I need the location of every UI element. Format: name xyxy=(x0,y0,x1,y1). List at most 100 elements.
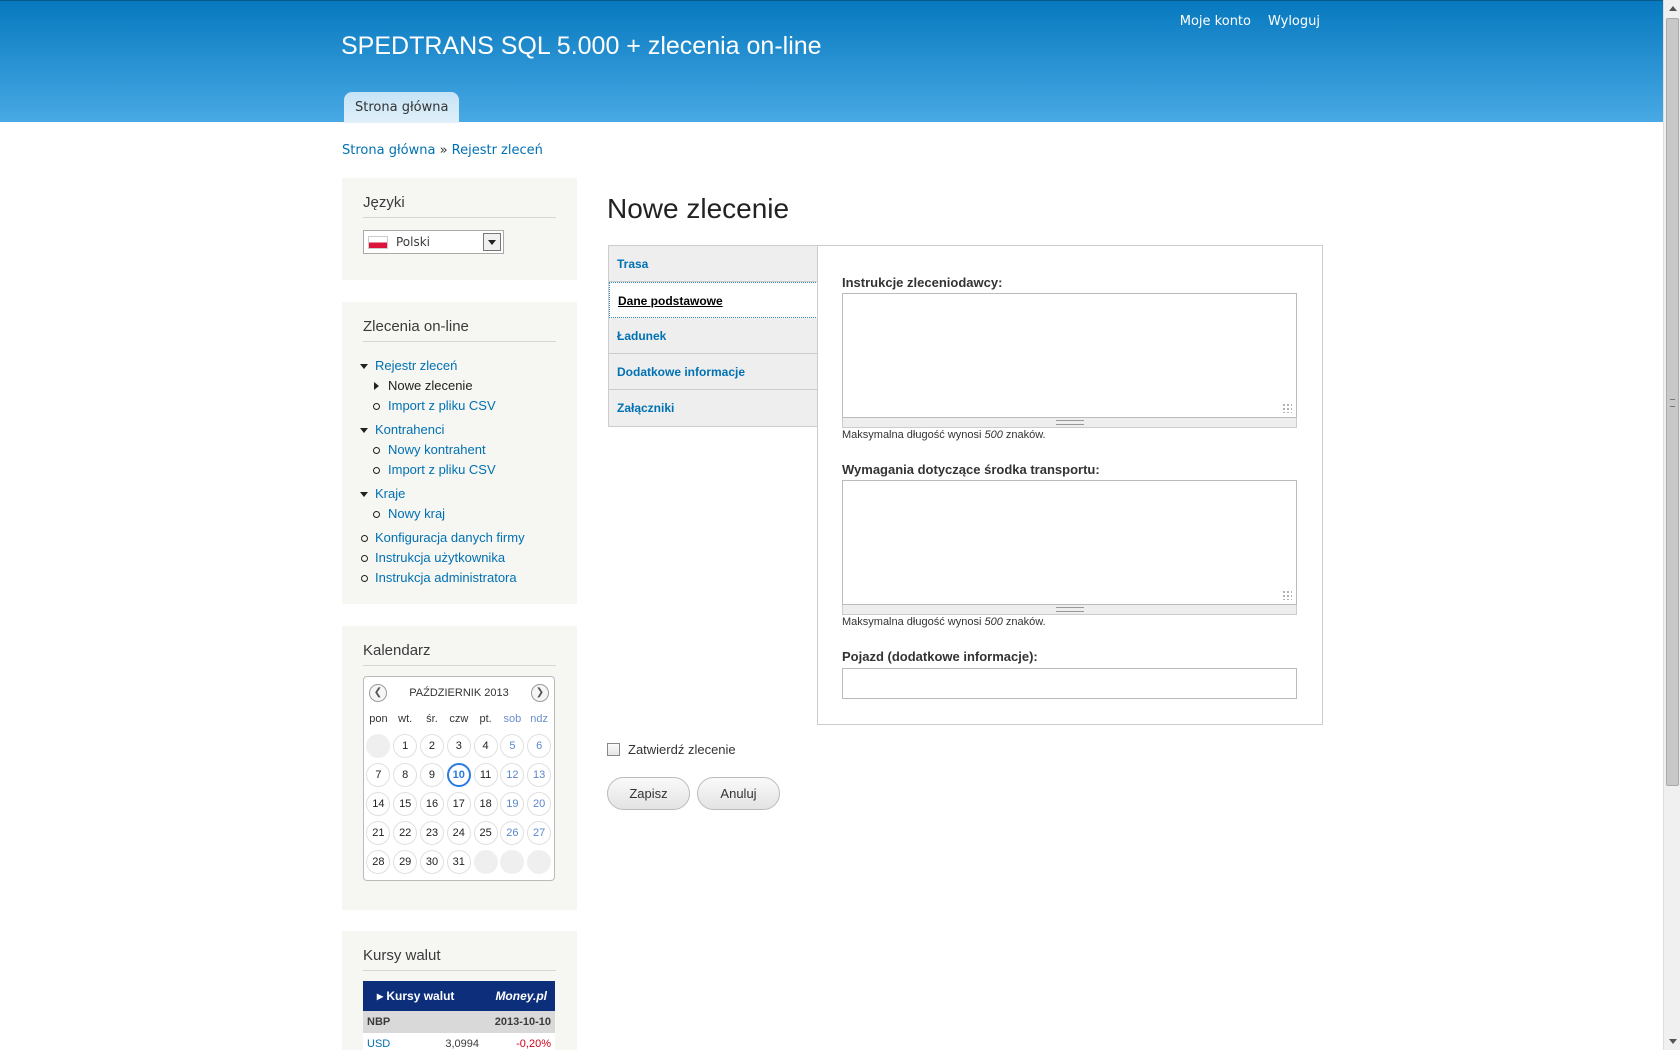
calendar-day[interactable]: 12 xyxy=(500,763,525,787)
calendar-day[interactable]: 18 xyxy=(473,792,498,816)
calendar-day[interactable]: 9 xyxy=(419,763,444,787)
menu-item-label[interactable]: Instrukcja administratora xyxy=(375,570,517,585)
breadcrumb-home[interactable]: Strona główna xyxy=(342,143,435,158)
menu-item-label[interactable]: Instrukcja użytkownika xyxy=(375,550,505,565)
dropdown-arrow-icon[interactable] xyxy=(483,233,501,251)
menu-item-company-config[interactable]: Konfiguracja danych firmy xyxy=(361,528,556,548)
calendar-day[interactable]: 19 xyxy=(500,792,525,816)
main-menu-tab-home[interactable]: Strona główna xyxy=(344,92,460,123)
menu-item-countries[interactable]: Kraje xyxy=(360,484,556,504)
currency-block-title: Kursy walut xyxy=(363,931,556,971)
transport-requirements-textarea[interactable] xyxy=(842,480,1297,605)
bullet-icon xyxy=(373,511,380,518)
menu-item-contractors[interactable]: Kontrahenci xyxy=(360,420,556,440)
menu-item-new-order[interactable]: Nowe zlecenie xyxy=(363,376,556,396)
language-select[interactable]: Polski xyxy=(363,230,504,254)
secondary-menu: Moje konto Wyloguj xyxy=(1180,14,1320,29)
calendar-day[interactable]: 16 xyxy=(419,792,444,816)
calendar-day[interactable]: 17 xyxy=(446,792,471,816)
calendar-days: 1 2 3 4 5 6 7 8 9 10 11 12 13 14 15 16 17 18 19 20 21 22 23 24 2… xyxy=(364,731,554,876)
calendar-today[interactable]: 10 xyxy=(446,763,471,787)
tab-attachments[interactable]: Załączniki xyxy=(609,390,818,426)
scrollbar-thumb[interactable] xyxy=(1666,18,1679,786)
menu-item-admin-manual[interactable]: Instrukcja administratora xyxy=(361,568,556,588)
menu-item-label[interactable]: Nowy kraj xyxy=(388,506,445,521)
my-account-link[interactable]: Moje konto xyxy=(1180,14,1251,29)
menu-item-label[interactable]: Nowe zlecenie xyxy=(388,378,473,393)
currency-widget: ▸ Kursy walut Money.pl NBP 2013-10-10 US… xyxy=(363,981,555,1055)
menu-item-import-orders-csv[interactable]: Import z pliku CSV xyxy=(363,396,556,416)
save-button[interactable]: Zapisz xyxy=(607,777,690,810)
confirm-order-row[interactable]: Zatwierdź zlecenie xyxy=(607,742,736,757)
calendar-day[interactable]: 15 xyxy=(393,792,418,816)
menu-item-label[interactable]: Nowy kontrahent xyxy=(388,442,486,457)
confirm-order-checkbox[interactable] xyxy=(607,743,620,756)
calendar-day[interactable]: 11 xyxy=(473,763,498,787)
scroll-down-arrow-icon[interactable] xyxy=(1664,1033,1680,1050)
calendar-day[interactable]: 5 xyxy=(500,734,525,758)
vertical-scrollbar[interactable] xyxy=(1663,0,1680,1050)
calendar-day[interactable]: 26 xyxy=(500,821,525,845)
calendar-day[interactable]: 24 xyxy=(446,821,471,845)
next-month-icon[interactable]: ❯ xyxy=(531,684,549,702)
calendar-day[interactable]: 21 xyxy=(366,821,391,845)
calendar-day[interactable]: 30 xyxy=(419,850,444,874)
menu-item-user-manual[interactable]: Instrukcja użytkownika xyxy=(361,548,556,568)
calendar-day[interactable]: 8 xyxy=(393,763,418,787)
site-header: SPEDTRANS SQL 5.000 + zlecenia on-line M… xyxy=(0,0,1663,123)
calendar-day[interactable]: 23 xyxy=(419,821,444,845)
calendar-weekday: sob xyxy=(503,713,522,725)
menu-item-label[interactable]: Kontrahenci xyxy=(375,422,444,437)
logout-link[interactable]: Wyloguj xyxy=(1268,14,1320,29)
calendar-day[interactable]: 29 xyxy=(393,850,418,874)
confirm-order-label[interactable]: Zatwierdź zlecenie xyxy=(628,742,736,757)
calendar-day[interactable]: 27 xyxy=(527,821,552,845)
tab-basic-data[interactable]: Dane podstawowe xyxy=(609,282,820,318)
calendar-day[interactable]: 7 xyxy=(366,763,391,787)
desc-suffix: znaków. xyxy=(1002,429,1046,441)
calendar-weekday: wt. xyxy=(398,713,413,725)
menu-item-label[interactable]: Import z pliku CSV xyxy=(388,462,496,477)
currency-block: Kursy walut ▸ Kursy walut Money.pl NBP 2… xyxy=(342,931,577,1055)
breadcrumb-orders-register[interactable]: Rejestr zleceń xyxy=(452,143,543,158)
bullet-icon xyxy=(361,555,368,562)
menu-item-new-contractor[interactable]: Nowy kontrahent xyxy=(363,440,556,460)
scroll-up-arrow-icon[interactable] xyxy=(1664,0,1680,17)
calendar-day[interactable]: 22 xyxy=(393,821,418,845)
calendar-day[interactable]: 3 xyxy=(446,734,471,758)
tab-route[interactable]: Trasa xyxy=(609,246,818,282)
menu-item-orders-register[interactable]: Rejestr zleceń xyxy=(360,356,556,376)
calendar-day[interactable]: 25 xyxy=(473,821,498,845)
vehicle-input[interactable] xyxy=(842,668,1297,699)
textarea-grippie[interactable] xyxy=(842,605,1297,615)
prev-month-icon[interactable]: ❮ xyxy=(369,684,387,702)
cancel-button[interactable]: Anuluj xyxy=(697,777,780,810)
tab-cargo[interactable]: Ładunek xyxy=(609,318,818,354)
tab-additional-info[interactable]: Dodatkowe informacje xyxy=(609,354,818,390)
currency-widget-header[interactable]: ▸ Kursy walut Money.pl xyxy=(363,981,555,1011)
menu-item-label[interactable]: Import z pliku CSV xyxy=(388,398,496,413)
menu-item-import-contractors-csv[interactable]: Import z pliku CSV xyxy=(363,460,556,480)
menu-item-new-country[interactable]: Nowy kraj xyxy=(363,504,556,524)
calendar-day[interactable]: 4 xyxy=(473,734,498,758)
site-name[interactable]: SPEDTRANS SQL 5.000 + zlecenia on-line xyxy=(341,32,822,61)
resize-handle-icon[interactable] xyxy=(1282,590,1292,600)
textarea-grippie[interactable] xyxy=(842,418,1297,428)
calendar-day[interactable]: 2 xyxy=(419,734,444,758)
calendar-day[interactable]: 28 xyxy=(366,850,391,874)
instructions-textarea[interactable] xyxy=(842,293,1297,418)
menu-item-label[interactable]: Konfiguracja danych firmy xyxy=(375,530,525,545)
resize-handle-icon[interactable] xyxy=(1282,403,1292,413)
calendar-day[interactable]: 1 xyxy=(393,734,418,758)
currency-code[interactable]: USD xyxy=(367,1038,390,1050)
calendar-block-title: Kalendarz xyxy=(363,626,556,666)
money-pl-logo[interactable]: Money.pl xyxy=(495,989,547,1003)
currency-source-row: NBP 2013-10-10 xyxy=(363,1011,555,1033)
calendar-day[interactable]: 13 xyxy=(527,763,552,787)
calendar-day[interactable]: 20 xyxy=(527,792,552,816)
calendar-day[interactable]: 6 xyxy=(527,734,552,758)
calendar-day[interactable]: 31 xyxy=(446,850,471,874)
calendar-day[interactable]: 14 xyxy=(366,792,391,816)
menu-item-label[interactable]: Rejestr zleceń xyxy=(375,358,457,373)
menu-item-label[interactable]: Kraje xyxy=(375,486,405,501)
